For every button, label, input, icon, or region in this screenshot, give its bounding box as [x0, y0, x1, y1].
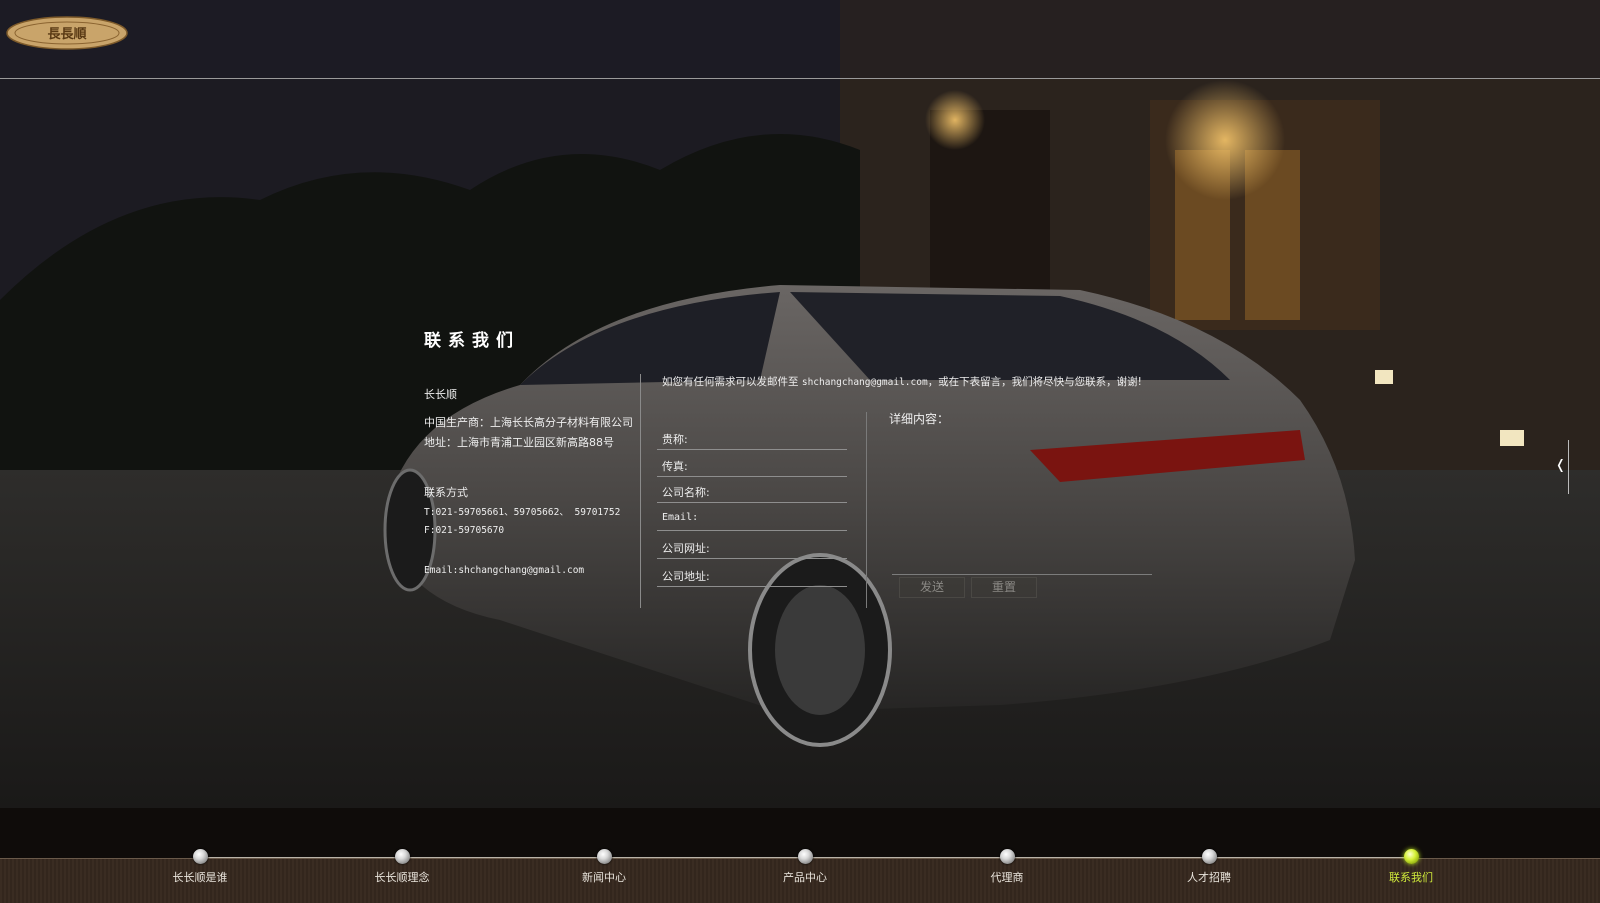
form-intro: 如您有任何需求可以发邮件至 shchangchang@gmail.com，或在下…: [662, 374, 1142, 389]
nav-label: 长长顺理念: [374, 871, 430, 884]
detail-content-label: 详细内容：: [889, 412, 950, 426]
email-field-label: Email:: [662, 512, 699, 523]
company-name-field-label: 公司名称:: [662, 486, 710, 499]
reset-button[interactable]: 重置: [971, 577, 1037, 598]
page-title: 联系我们: [424, 331, 520, 351]
company-name-input[interactable]: [717, 482, 846, 500]
nav-label: 人才招聘: [1187, 871, 1231, 884]
nav-item-agents[interactable]: 代理商: [927, 849, 1087, 885]
company-website-field-label: 公司网址:: [662, 542, 710, 555]
header-bar: 長長順: [0, 0, 1600, 79]
intro-prefix: 如您有任何需求可以发邮件至: [662, 376, 799, 388]
company-short-name: 长长顺: [424, 388, 457, 401]
nav-label: 长长顺是谁: [172, 871, 228, 884]
logo-text: 長長順: [47, 27, 87, 42]
company-address-field-label: 公司地址:: [662, 570, 710, 583]
nav-label: 代理商: [990, 871, 1024, 884]
nav-item-news[interactable]: 新闻中心: [524, 849, 684, 885]
company-address-input[interactable]: [717, 566, 846, 584]
fax-input[interactable]: [717, 456, 846, 474]
company-website-field[interactable]: 公司网址:: [657, 536, 847, 559]
nav-item-products[interactable]: 产品中心: [725, 849, 885, 885]
company-website-input[interactable]: [717, 538, 846, 556]
brand-logo[interactable]: 長長順: [6, 16, 128, 50]
email-input[interactable]: [717, 510, 846, 528]
manufacturer-text: 中国生产商：上海长长高分子材料有限公司: [424, 416, 633, 429]
name-field[interactable]: 贵称:: [657, 427, 847, 450]
address-text: 地址：上海市青浦工业园区新高路88号: [424, 436, 614, 449]
nav-dot-active-icon: [1403, 849, 1419, 864]
nav-label: 新闻中心: [582, 871, 626, 884]
name-input[interactable]: [717, 429, 846, 447]
nav-label: 联系我们: [1389, 871, 1433, 884]
nav-item-careers[interactable]: 人才招聘: [1129, 849, 1289, 885]
company-name-field[interactable]: 公司名称:: [657, 480, 847, 503]
email-field[interactable]: Email:: [657, 508, 847, 531]
nav-dot-icon: [596, 849, 612, 864]
nav-dot-icon: [1201, 849, 1217, 864]
contact-method-label: 联系方式: [424, 486, 468, 499]
nav-label: 产品中心: [783, 871, 827, 884]
nav-item-philosophy[interactable]: 长长顺理念: [322, 849, 482, 885]
car-scene-illustration: [0, 0, 1600, 808]
column-divider: [640, 374, 641, 608]
name-field-label: 贵称:: [662, 433, 688, 446]
nav-item-contact[interactable]: 联系我们: [1331, 849, 1491, 885]
nav-dot-icon: [394, 849, 410, 864]
send-button[interactable]: 发送: [899, 577, 965, 598]
intro-email: shchangchang@gmail.com: [801, 377, 928, 388]
nav-dot-icon: [192, 849, 208, 864]
detail-content-textarea[interactable]: [892, 430, 1152, 575]
background-photo: [0, 0, 1600, 808]
side-collapse-tab[interactable]: ❬: [1555, 440, 1572, 494]
tel-text: T:021-59705661、59705662、 59701752: [424, 507, 621, 518]
column-divider: [866, 412, 867, 608]
email-text: Email:shchangchang@gmail.com: [424, 565, 585, 576]
chevron-left-icon[interactable]: ❬: [1555, 458, 1566, 473]
nav-dot-icon: [797, 849, 813, 864]
fax-field-label: 传真:: [662, 460, 688, 473]
nav-dot-icon: [999, 849, 1015, 864]
company-address-field[interactable]: 公司地址:: [657, 564, 847, 587]
intro-suffix: ，或在下表留言，我们将尽快与您联系，谢谢!: [927, 376, 1142, 388]
nav-item-about[interactable]: 长长顺是谁: [120, 849, 280, 885]
fax-field[interactable]: 传真:: [657, 454, 847, 477]
fax-text: F:021-59705670: [424, 525, 505, 536]
